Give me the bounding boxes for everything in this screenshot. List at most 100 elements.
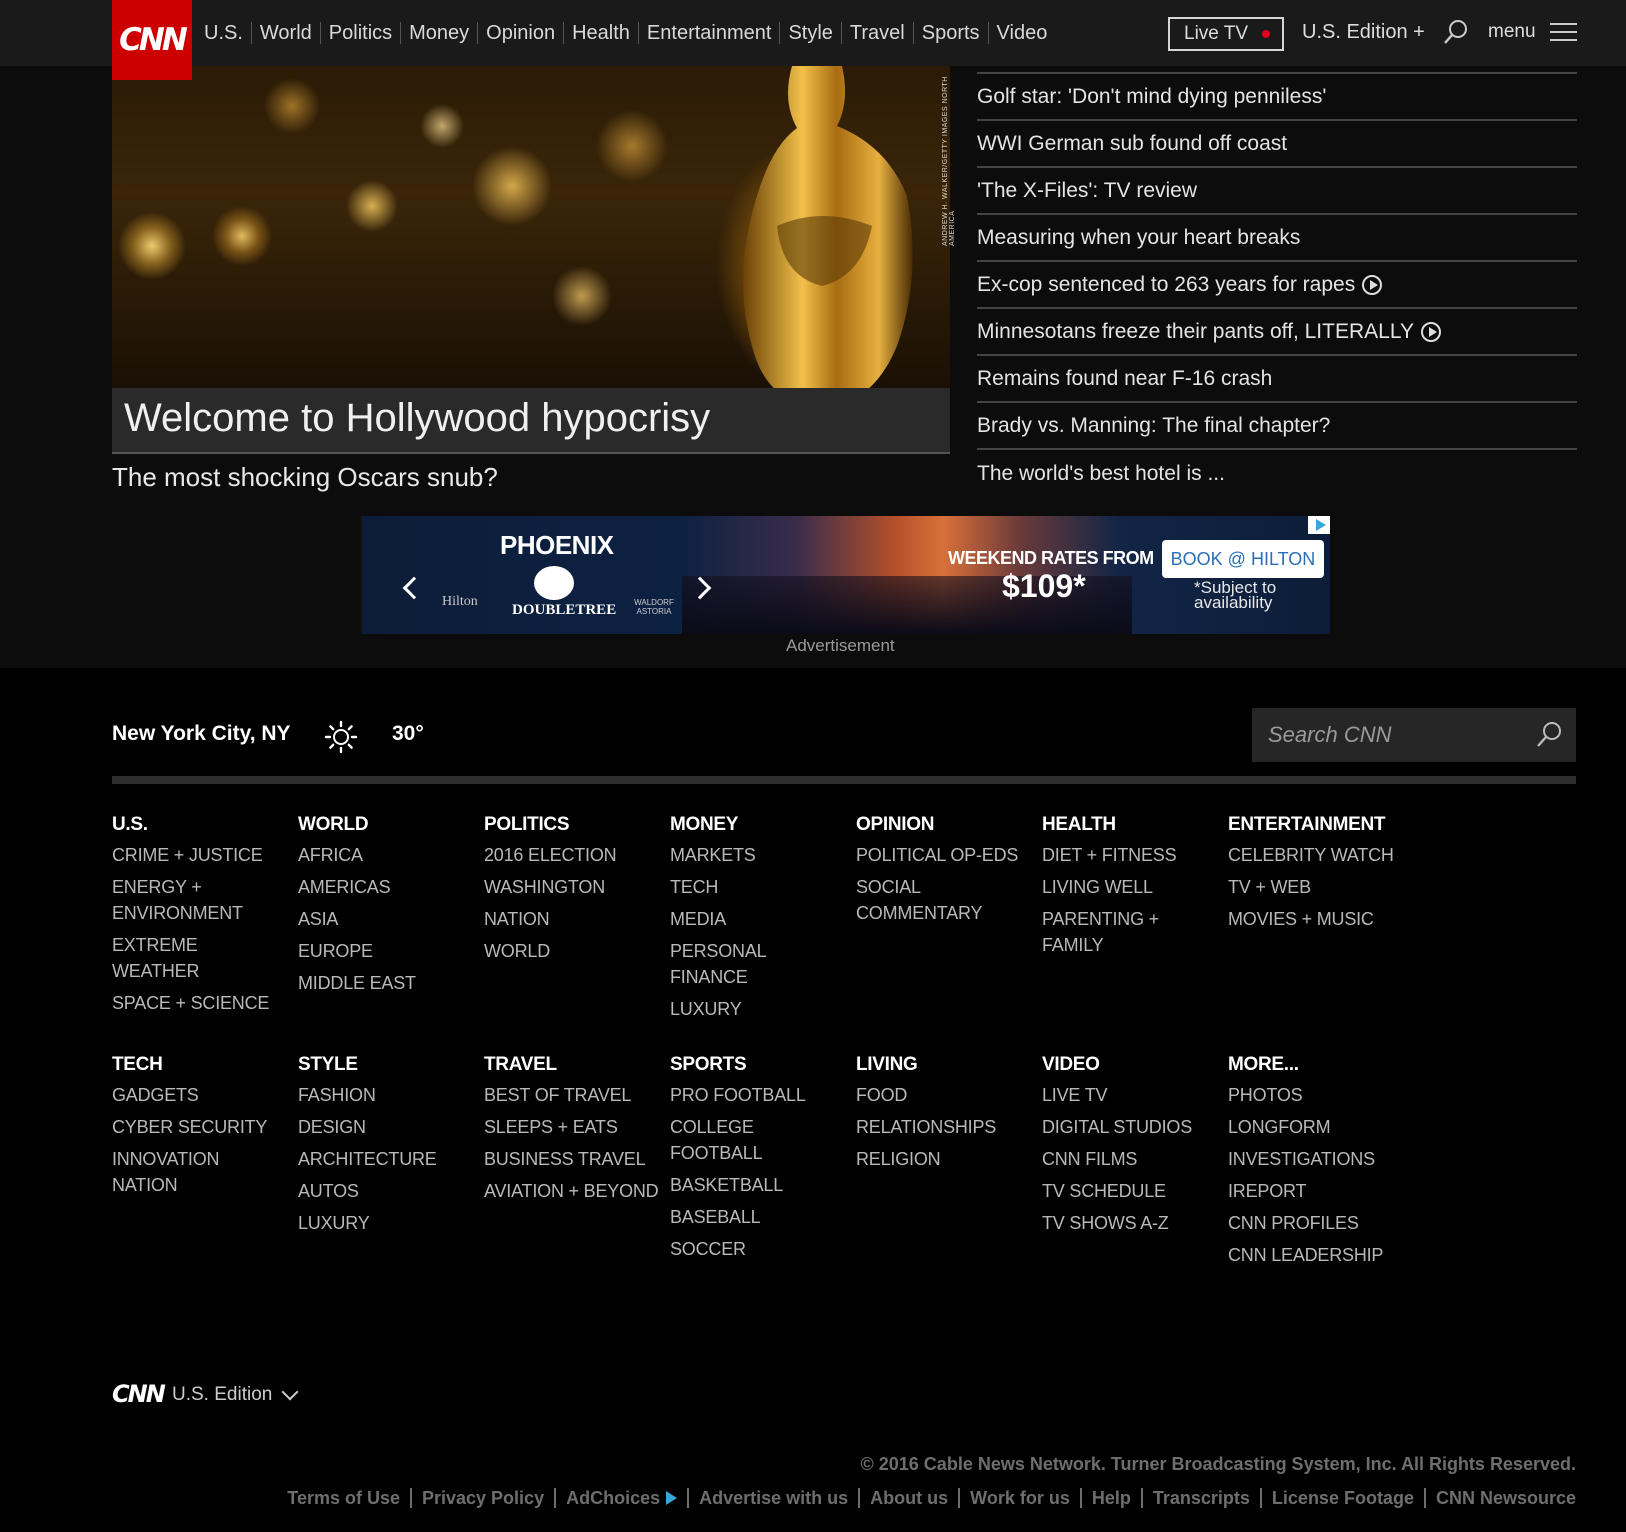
footer-link[interactable]: Longform: [1228, 1114, 1414, 1140]
footer-section-title[interactable]: U.S.: [112, 814, 298, 836]
footer-link[interactable]: Political Op-Eds: [856, 842, 1042, 868]
hero-headline[interactable]: Welcome to Hollywood hypocrisy: [124, 396, 710, 441]
nav-money[interactable]: Money: [401, 22, 479, 44]
nav-health[interactable]: Health: [564, 22, 639, 44]
search-icon[interactable]: [1534, 720, 1564, 750]
footer-section-title[interactable]: More...: [1228, 1054, 1414, 1076]
footer-link[interactable]: World: [484, 938, 670, 964]
footer-link[interactable]: TV Schedule: [1042, 1178, 1228, 1204]
adchoices-icon[interactable]: [1308, 516, 1330, 534]
hero-subheadline[interactable]: The most shocking Oscars snub?: [112, 462, 498, 493]
footer-link[interactable]: Movies + Music: [1228, 906, 1414, 932]
footer-link[interactable]: Architecture: [298, 1146, 484, 1172]
footer-link[interactable]: Space + Science: [112, 990, 298, 1016]
footer-link[interactable]: Middle East: [298, 970, 484, 996]
live-tv-button[interactable]: Live TV: [1168, 17, 1284, 51]
footer-link[interactable]: Luxury: [298, 1210, 484, 1236]
footer-link[interactable]: Pro Football: [670, 1082, 856, 1108]
footer-section-title[interactable]: Politics: [484, 814, 670, 836]
footer-link[interactable]: 2016 Election: [484, 842, 670, 868]
footer-link[interactable]: Live TV: [1042, 1082, 1228, 1108]
footer-link[interactable]: Crime + Justice: [112, 842, 298, 868]
footer-section-title[interactable]: Video: [1042, 1054, 1228, 1076]
footer-section-title[interactable]: World: [298, 814, 484, 836]
headline-item[interactable]: Minnesotans freeze their pants off, LITE…: [977, 309, 1577, 356]
footer-edition-picker[interactable]: U.S. Edition: [172, 1384, 272, 1406]
help-link[interactable]: Help: [1082, 1488, 1143, 1508]
newsource-link[interactable]: CNN Newsource: [1426, 1488, 1576, 1508]
footer-link[interactable]: Innovation Nation: [112, 1146, 298, 1198]
advertise-link[interactable]: Advertise with us: [689, 1488, 861, 1508]
footer-link[interactable]: Personal Finance: [670, 938, 856, 990]
footer-link[interactable]: Fashion: [298, 1082, 484, 1108]
footer-section-title[interactable]: Travel: [484, 1054, 670, 1076]
footer-link[interactable]: Autos: [298, 1178, 484, 1204]
hero-image-oscar-statue[interactable]: [112, 66, 950, 388]
footer-section-title[interactable]: Health: [1042, 814, 1228, 836]
nav-sports[interactable]: Sports: [914, 22, 989, 44]
terms-link[interactable]: Terms of Use: [277, 1488, 412, 1508]
footer-link[interactable]: Africa: [298, 842, 484, 868]
nav-video[interactable]: Video: [989, 22, 1056, 44]
footer-link[interactable]: Basketball: [670, 1172, 856, 1198]
footer-link[interactable]: Food: [856, 1082, 1042, 1108]
headline-item[interactable]: Measuring when your heart breaks: [977, 215, 1577, 262]
footer-link[interactable]: Extreme Weather: [112, 932, 298, 984]
headline-item[interactable]: Brady vs. Manning: The final chapter?: [977, 403, 1577, 450]
footer-link[interactable]: Markets: [670, 842, 856, 868]
footer-link[interactable]: TV + Web: [1228, 874, 1414, 900]
footer-link[interactable]: CNN Films: [1042, 1146, 1228, 1172]
footer-link[interactable]: Relationships: [856, 1114, 1042, 1140]
footer-link[interactable]: Investigations: [1228, 1146, 1414, 1172]
footer-link[interactable]: Aviation + Beyond: [484, 1178, 670, 1204]
footer-link[interactable]: Best of Travel: [484, 1082, 670, 1108]
footer-link[interactable]: CNN Leadership: [1228, 1242, 1414, 1268]
footer-link[interactable]: College Football: [670, 1114, 856, 1166]
hero-caption[interactable]: Welcome to Hollywood hypocrisy: [112, 388, 950, 454]
footer-link[interactable]: Religion: [856, 1146, 1042, 1172]
footer-cnn-logo[interactable]: CNN: [112, 1380, 166, 1408]
nav-politics[interactable]: Politics: [321, 22, 402, 44]
footer-link[interactable]: Sleeps + Eats: [484, 1114, 670, 1140]
careers-link[interactable]: Work for us: [960, 1488, 1082, 1508]
about-link[interactable]: About us: [860, 1488, 961, 1508]
nav-entertainment[interactable]: Entertainment: [639, 22, 781, 44]
search-icon[interactable]: [1442, 18, 1470, 46]
privacy-link[interactable]: Privacy Policy: [412, 1488, 557, 1508]
edition-picker[interactable]: U.S. Edition +: [1302, 21, 1425, 44]
nav-style[interactable]: Style: [780, 22, 842, 44]
chevron-down-icon[interactable]: [281, 1383, 299, 1401]
footer-link[interactable]: Celebrity Watch: [1228, 842, 1414, 868]
footer-section-title[interactable]: Opinion: [856, 814, 1042, 836]
footer-link[interactable]: Design: [298, 1114, 484, 1140]
footer-link[interactable]: Diet + Fitness: [1042, 842, 1228, 868]
footer-link[interactable]: Baseball: [670, 1204, 856, 1230]
adchoices-link[interactable]: AdChoices: [556, 1488, 690, 1508]
footer-section-title[interactable]: Sports: [670, 1054, 856, 1076]
hamburger-menu-icon[interactable]: [1550, 23, 1577, 43]
headline-item[interactable]: Remains found near F-16 crash: [977, 356, 1577, 403]
cnn-logo[interactable]: CNN: [112, 0, 192, 80]
footer-section-title[interactable]: Living: [856, 1054, 1042, 1076]
footer-link[interactable]: Tech: [670, 874, 856, 900]
footer-link[interactable]: Americas: [298, 874, 484, 900]
ad-prev-arrow-icon[interactable]: [402, 576, 426, 600]
footer-link[interactable]: Soccer: [670, 1236, 856, 1262]
footer-link[interactable]: Asia: [298, 906, 484, 932]
footer-link[interactable]: Parenting + Family: [1042, 906, 1228, 958]
nav-travel[interactable]: Travel: [842, 22, 914, 44]
headline-item[interactable]: Ex-cop sentenced to 263 years for rapes: [977, 262, 1577, 309]
headline-item[interactable]: WWI German sub found off coast: [977, 121, 1577, 168]
footer-section-title[interactable]: Entertainment: [1228, 814, 1414, 836]
nav-world[interactable]: World: [252, 22, 321, 44]
footer-link[interactable]: Europe: [298, 938, 484, 964]
footer-link[interactable]: Nation: [484, 906, 670, 932]
headline-item[interactable]: The world's best hotel is ...: [977, 450, 1577, 497]
footer-link[interactable]: Living Well: [1042, 874, 1228, 900]
weather-location[interactable]: New York City, NY: [112, 722, 291, 746]
footer-link[interactable]: Media: [670, 906, 856, 932]
book-hilton-button[interactable]: BOOK @ HILTON: [1162, 540, 1324, 578]
footer-link[interactable]: Energy + Environment: [112, 874, 298, 926]
footer-section-title[interactable]: Tech: [112, 1054, 298, 1076]
footer-link[interactable]: iReport: [1228, 1178, 1414, 1204]
